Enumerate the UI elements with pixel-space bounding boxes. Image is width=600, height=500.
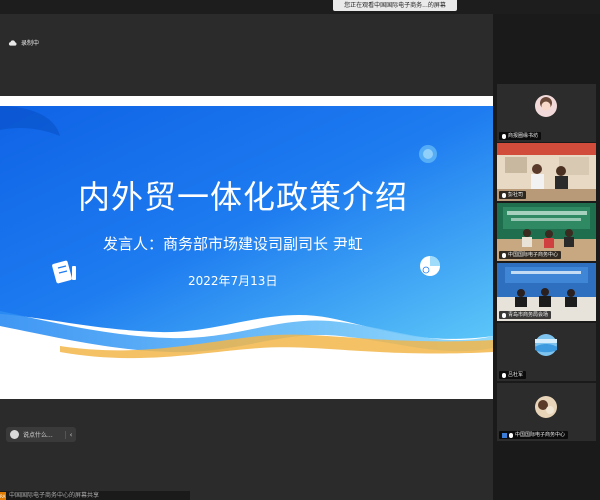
microphone-icon bbox=[509, 432, 513, 438]
microphone-icon bbox=[502, 192, 506, 198]
microphone-icon bbox=[502, 372, 506, 378]
participant-tile[interactable]: 青岛市商务局会场 bbox=[497, 263, 596, 321]
ticker-text: 中国国际电子商务中心的屏幕共享 bbox=[9, 492, 100, 499]
participant-label: 吕杜军 bbox=[499, 371, 527, 379]
slide-pie-chart-icon bbox=[420, 256, 440, 276]
microphone-icon bbox=[502, 252, 506, 258]
chat-input[interactable]: 说点什么... ‹ bbox=[6, 427, 76, 442]
recording-label: 录制中 bbox=[21, 40, 40, 47]
slide-date: 2022年7月13日 bbox=[188, 274, 278, 288]
cloud-icon bbox=[8, 39, 17, 46]
shared-slide: 内外贸一体化政策介绍 发言人：商务部市场建设司副司长 尹虹 2022年7月13日 bbox=[0, 96, 493, 399]
participant-label: 彭社司 bbox=[499, 191, 527, 199]
recording-indicator[interactable]: 录制中 bbox=[8, 38, 39, 47]
host-badge-icon bbox=[502, 432, 507, 438]
ticker-marker: RA bbox=[0, 491, 6, 500]
chevron-left-icon[interactable]: ‹ bbox=[65, 430, 76, 439]
participant-label: 中国国际电子商务中心 bbox=[499, 251, 562, 259]
participant-label: 中国国际电子商务中心 bbox=[499, 431, 569, 439]
top-bar bbox=[0, 0, 600, 14]
participant-label: 青岛市商务局会场 bbox=[499, 311, 552, 319]
microphone-icon bbox=[502, 133, 506, 139]
participant-tile[interactable]: 中国国际电子商务中心 bbox=[497, 383, 596, 441]
microphone-icon bbox=[502, 312, 506, 318]
chat-placeholder: 说点什么... bbox=[23, 432, 53, 439]
participant-tile[interactable]: 彭社司 bbox=[497, 143, 596, 201]
screen-share-ticker: RA 中国国际电子商务中心的屏幕共享 bbox=[0, 491, 190, 500]
participant-tile[interactable]: 吕杜军 bbox=[497, 323, 596, 381]
slide-speaker: 发言人：商务部市场建设司副司长 尹虹 bbox=[103, 235, 363, 253]
screen-share-banner[interactable]: 您正在观看中国国际电子商务...的屏幕 bbox=[333, 0, 457, 11]
smiley-icon[interactable] bbox=[10, 430, 19, 439]
participant-label: 商报圈缘书坊 bbox=[499, 132, 542, 140]
participant-tile[interactable]: 中国国际电子商务中心 bbox=[497, 203, 596, 261]
slide-title: 内外贸一体化政策介绍 bbox=[78, 178, 409, 216]
participant-tile[interactable]: 商报圈缘书坊 bbox=[497, 84, 596, 142]
